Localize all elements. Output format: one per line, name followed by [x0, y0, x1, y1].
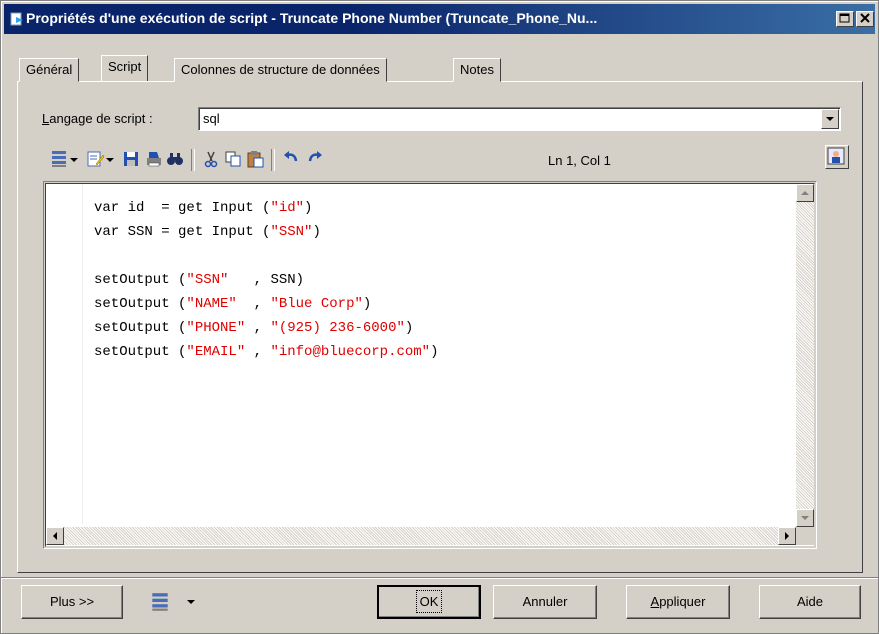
tab-label: Général: [26, 62, 73, 77]
code-text: setOutput (: [94, 344, 187, 360]
code-text: ,: [245, 344, 271, 360]
code-text: var id = get Input (: [94, 200, 271, 216]
scroll-right-button[interactable]: [778, 527, 796, 545]
tab-general[interactable]: Général: [19, 58, 80, 82]
code-text: ): [304, 200, 313, 216]
more-label: Plus >>: [49, 594, 95, 609]
code-text: var SSN = get Input (: [94, 224, 271, 240]
tab-notes[interactable]: Notes: [453, 58, 501, 82]
user-properties-icon: [827, 147, 845, 165]
code-string: "NAME": [186, 296, 237, 312]
code-line: setOutput ("NAME" , "Blue Corp"): [94, 292, 439, 316]
edit-icon[interactable]: [85, 149, 105, 169]
more-button[interactable]: Plus >>: [21, 585, 123, 619]
code-text: ): [404, 320, 414, 336]
tab-label: Colonnes de structure de données: [181, 62, 380, 77]
code-text: ): [430, 344, 439, 360]
window-title: Propriétés d'une exécution de script - T…: [26, 10, 598, 26]
cancel-button[interactable]: Annuler: [493, 585, 597, 619]
editor-gutter: [46, 184, 83, 524]
cancel-label: Annuler: [522, 594, 568, 609]
tab-script[interactable]: Script: [101, 55, 149, 81]
chevron-down-icon: [187, 600, 195, 604]
tab-label: Notes: [460, 62, 494, 77]
footer-separator: [1, 577, 878, 579]
help-label: Aide: [796, 594, 824, 609]
scrollbar-corner: [796, 527, 814, 545]
code-text: ): [312, 224, 321, 240]
arrow-right-icon: [785, 532, 789, 540]
external-editor-button[interactable]: [825, 145, 849, 169]
layout-menu-button[interactable]: [149, 591, 209, 617]
code-text: setOutput (: [94, 320, 187, 336]
save-icon[interactable]: [121, 149, 141, 169]
toolbar-separator: [191, 149, 195, 171]
app-icon: [10, 12, 23, 26]
apply-button[interactable]: Appliquer: [626, 585, 730, 619]
properties-dialog: Propriétés d'une exécution de script - T…: [0, 0, 879, 634]
arrow-left-icon: [53, 532, 57, 540]
code-string: "EMAIL": [186, 344, 246, 360]
code-line: setOutput ("SSN" , SSN): [94, 268, 439, 292]
undo-icon[interactable]: [281, 149, 301, 169]
code-text: , SSN): [228, 272, 305, 288]
horizontal-scrollbar[interactable]: [46, 527, 796, 545]
redo-icon[interactable]: [305, 149, 325, 169]
code-string: "SSN": [270, 224, 313, 240]
code-text: setOutput (: [94, 272, 187, 288]
code-line: setOutput ("EMAIL" , "info@bluecorp.com"…: [94, 340, 439, 364]
code-string: "Blue Corp": [270, 296, 363, 312]
edit-dropdown-icon[interactable]: [105, 149, 115, 169]
chevron-down-icon: [826, 117, 834, 121]
script-language-label: Langage de script :: [42, 111, 153, 126]
print-icon[interactable]: [143, 149, 163, 169]
code-string: "PHONE": [186, 320, 246, 336]
code-text: ): [362, 296, 372, 312]
toolbar-separator: [271, 149, 275, 171]
scroll-up-button[interactable]: [796, 184, 814, 202]
cut-icon[interactable]: [201, 149, 221, 169]
list-layout-icon: [152, 593, 168, 611]
code-text: setOutput (: [94, 296, 187, 312]
script-code[interactable]: var id = get Input ("id") var SSN = get I…: [94, 196, 439, 364]
scroll-left-button[interactable]: [46, 527, 64, 545]
code-string: "id": [270, 200, 305, 216]
script-language-value: sql: [203, 111, 220, 126]
close-button[interactable]: [856, 11, 874, 27]
vertical-scrollbar[interactable]: [796, 184, 814, 527]
tab-data-structure-columns[interactable]: Colonnes de structure de données: [174, 58, 387, 82]
code-text: ,: [236, 296, 271, 312]
close-icon: [860, 13, 870, 23]
code-line: setOutput ("PHONE" , "(925) 236-6000"): [94, 316, 439, 340]
insert-dropdown-icon[interactable]: [69, 149, 79, 169]
arrow-down-icon: [801, 516, 809, 520]
tab-label: Script: [108, 59, 142, 74]
ok-label: OK: [415, 590, 443, 613]
script-editor[interactable]: var id = get Input ("id") var SSN = get I…: [43, 181, 817, 549]
find-icon[interactable]: [165, 149, 185, 169]
help-button[interactable]: Aide: [759, 585, 861, 619]
copy-icon[interactable]: [223, 149, 243, 169]
code-text: ,: [245, 320, 271, 336]
code-string: "(925) 236-6000": [270, 320, 405, 336]
code-string: "info@bluecorp.com": [270, 344, 431, 360]
arrow-up-icon: [801, 191, 809, 195]
editor-toolbar: Ln 1, Col 1: [43, 145, 817, 175]
paste-icon[interactable]: [245, 149, 265, 169]
code-line: var SSN = get Input ("SSN"): [94, 220, 439, 244]
insert-icon[interactable]: [49, 149, 69, 169]
maximize-icon: [839, 13, 850, 23]
code-line: var id = get Input ("id"): [94, 196, 439, 220]
dropdown-arrow-button[interactable]: [821, 109, 839, 129]
ok-button[interactable]: OK: [377, 585, 481, 619]
title-bar[interactable]: Propriétés d'une exécution de script - T…: [4, 4, 875, 34]
cursor-position: Ln 1, Col 1: [548, 153, 611, 168]
maximize-button[interactable]: [836, 11, 854, 27]
code-string: "SSN": [186, 272, 229, 288]
script-language-select[interactable]: sql: [198, 107, 841, 131]
scroll-down-button[interactable]: [796, 509, 814, 527]
apply-label: Appliquer: [650, 594, 706, 609]
